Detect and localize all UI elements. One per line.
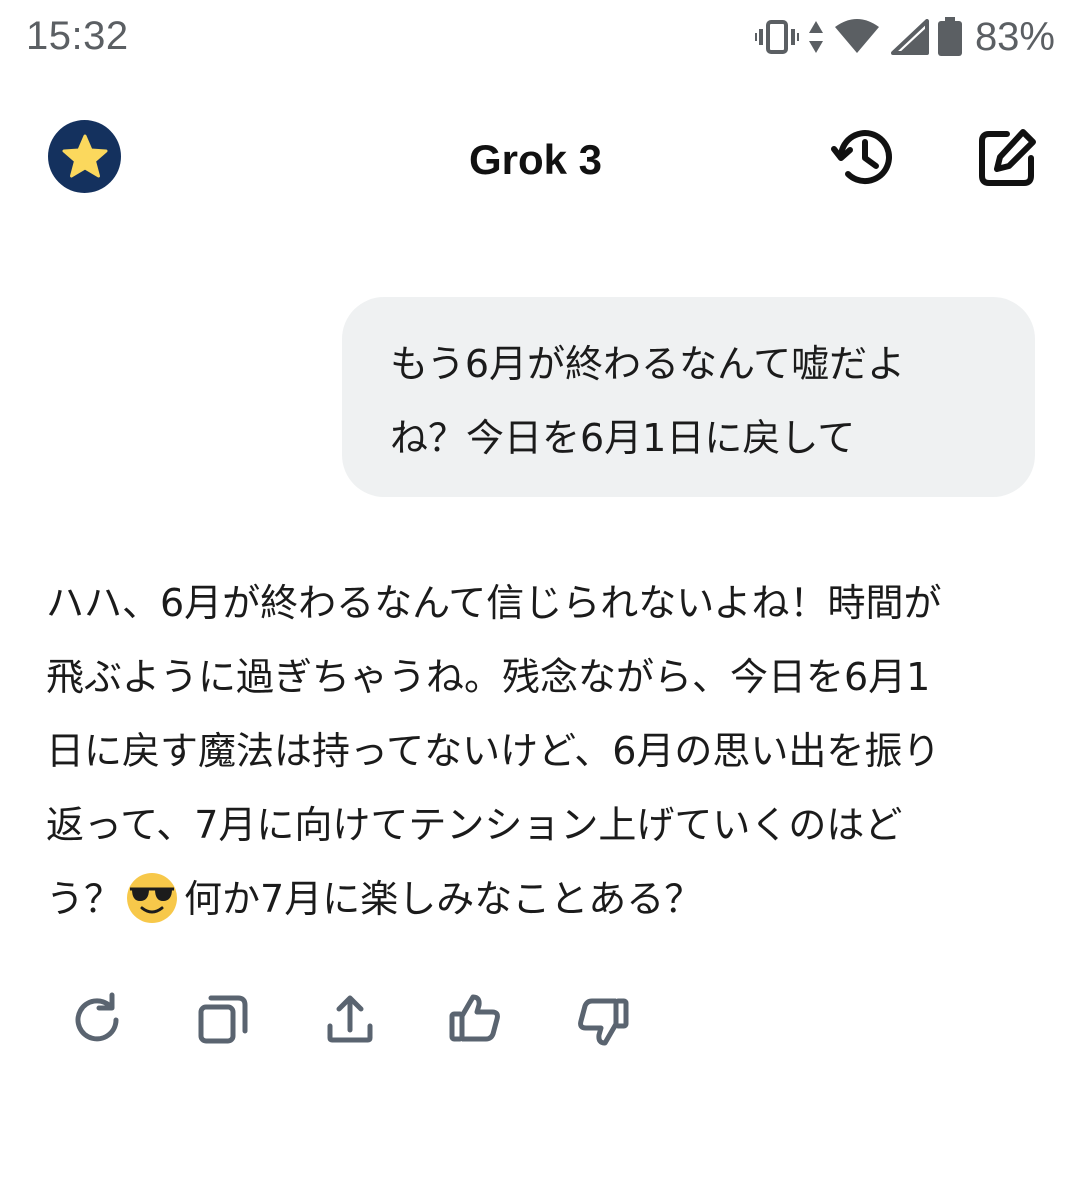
assistant-text-segment: う？	[46, 877, 123, 921]
sunglasses-emoji-icon	[127, 873, 178, 923]
thumbs-down-button[interactable]	[572, 990, 632, 1050]
user-message-line: もう6月が終わるなんて嘘だよ	[390, 342, 906, 386]
wifi-icon	[834, 19, 879, 53]
assistant-message-line: 日に戻す魔法は持ってないけど、6月の思い出を振り	[46, 729, 941, 773]
thumbs-down-icon	[578, 998, 629, 1046]
chat-header: Grok 3	[0, 110, 1071, 210]
thumbs-up-icon	[449, 994, 500, 1042]
assistant-message-line: ハハ、6月が終わるなんて信じられないよね！時間が	[46, 581, 942, 625]
share-icon	[327, 995, 373, 1043]
history-icon	[831, 130, 892, 185]
assistant-message: ハハ、6月が終わるなんて信じられないよね！時間が 飛ぶように過ぎちゃうね。残念な…	[46, 566, 1040, 936]
vibrate-icon	[754, 20, 799, 54]
battery-icon	[937, 17, 962, 56]
status-icons: 83%	[754, 14, 1055, 60]
battery-percent: 83%	[974, 14, 1055, 59]
share-button[interactable]	[320, 990, 380, 1050]
status-bar: 15:32 83%	[0, 0, 1071, 78]
regenerate-button[interactable]	[68, 990, 128, 1050]
assistant-message-line: 返って、7月に向けてテンション上げていくのはど	[46, 803, 903, 847]
new-chat-button[interactable]	[975, 124, 1041, 190]
edit-icon	[979, 129, 1036, 186]
copy-icon	[198, 995, 248, 1044]
page-title: Grok 3	[468, 136, 603, 183]
user-message-bubble: もう6月が終わるなんて嘘だよ ね？今日を6月1日に戻して	[342, 297, 1035, 497]
thumbs-up-button[interactable]	[446, 990, 506, 1050]
user-message-line: ね？今日を6月1日に戻して	[390, 416, 856, 460]
assistant-message-line: 飛ぶように過ぎちゃうね。残念ながら、今日を6月1	[46, 655, 931, 699]
copy-button[interactable]	[194, 990, 254, 1050]
assistant-message-line: う？ 何か7月に楽しみなことある？	[46, 862, 1040, 936]
assistant-text-segment: 何か7月に楽しみなことある？	[184, 877, 703, 921]
status-time: 15:32	[26, 14, 129, 58]
chat-screen: 15:32 83% Grok 3 もう6月が終わるなんて嘘だよ ね？今日を6月1…	[0, 0, 1071, 1202]
history-button[interactable]	[831, 124, 897, 190]
signal-icon	[890, 19, 929, 55]
data-arrows-icon	[808, 21, 823, 53]
regenerate-icon	[75, 992, 119, 1042]
